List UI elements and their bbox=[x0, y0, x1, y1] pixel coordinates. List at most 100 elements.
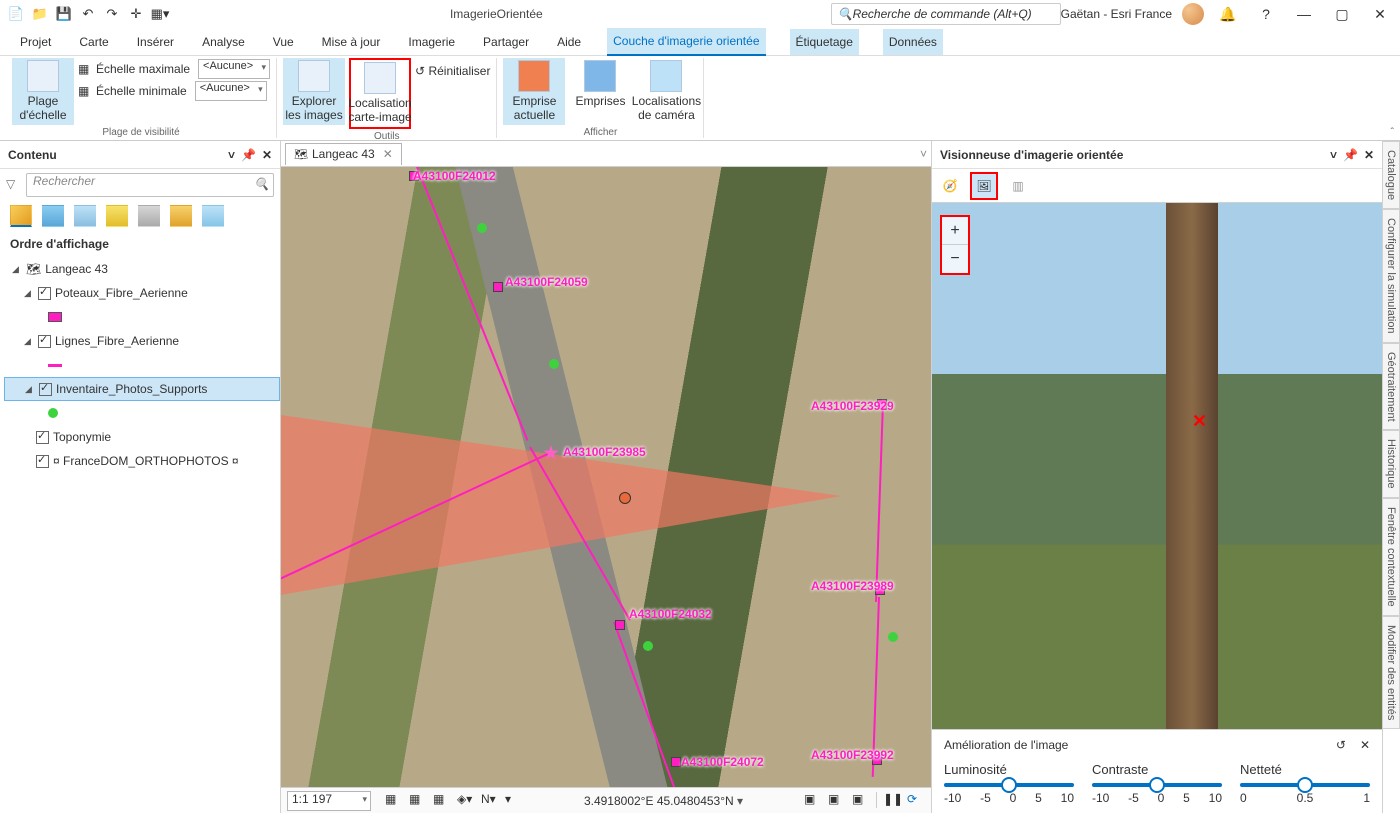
new-project-icon[interactable]: 📄 bbox=[6, 4, 26, 24]
gallery-icon[interactable]: ▥ bbox=[1004, 172, 1032, 200]
scale-combo[interactable]: 1:1 197 bbox=[287, 791, 371, 811]
panel-close-icon[interactable]: ✕ bbox=[262, 148, 272, 162]
localisation-carte-image-button[interactable]: Localisation carte-image bbox=[349, 58, 411, 129]
misc-icon[interactable]: ▾ bbox=[505, 792, 523, 810]
oriented-image-view[interactable]: + − ✕ Amélioration de l'image ↺✕ Luminos… bbox=[932, 203, 1382, 813]
tab-analyse[interactable]: Analyse bbox=[200, 29, 247, 55]
explore-icon[interactable]: ✛ bbox=[126, 4, 146, 24]
reinit-button[interactable]: ↺ Réinitialiser bbox=[415, 64, 490, 78]
layer-toponymie[interactable]: Toponymie bbox=[4, 425, 280, 449]
layer-ortho[interactable]: ¤ FranceDOM_ORTHOPHOTOS ¤ bbox=[4, 449, 280, 473]
redo-icon[interactable]: ↷ bbox=[102, 4, 122, 24]
panel-pin-icon[interactable]: 📌 bbox=[241, 148, 256, 162]
refresh-icon[interactable]: ⟳ bbox=[907, 792, 925, 810]
select-icon[interactable]: ▣ bbox=[804, 792, 822, 810]
map-tab-menu-icon[interactable]: ˅ bbox=[920, 147, 927, 161]
avatar[interactable] bbox=[1182, 3, 1204, 25]
search-input[interactable]: Rechercher bbox=[26, 173, 274, 197]
side-tab-catalogue[interactable]: Catalogue bbox=[1383, 141, 1400, 209]
reset-enhance-icon[interactable]: ↺ bbox=[1336, 738, 1346, 752]
tab-aide[interactable]: Aide bbox=[555, 29, 583, 55]
checkbox[interactable] bbox=[39, 383, 52, 396]
list-by-editing-icon[interactable] bbox=[106, 205, 128, 227]
panel-pin-icon[interactable]: 📌 bbox=[1343, 148, 1358, 162]
side-tab-historique[interactable]: Historique bbox=[1383, 430, 1400, 498]
luminosite-slider[interactable]: Luminosité -10-50510 bbox=[944, 762, 1074, 805]
tab-projet[interactable]: Projet bbox=[18, 29, 53, 55]
map-view[interactable]: A43100F24012 A43100F24059 A43100F23985 A… bbox=[281, 167, 931, 787]
user-name[interactable]: Gaëtan - Esri France bbox=[1061, 7, 1172, 21]
tab-imagerie[interactable]: Imagerie bbox=[406, 29, 457, 55]
localisations-camera-button[interactable]: Localisations de caméra bbox=[635, 58, 697, 125]
plage-echelle-button[interactable]: Plage d'échelle bbox=[12, 58, 74, 125]
scale-range-icon bbox=[27, 60, 59, 92]
checkbox[interactable] bbox=[36, 455, 49, 468]
tab-inserer[interactable]: Insérer bbox=[135, 29, 176, 55]
sel3-icon[interactable]: ▣ bbox=[852, 792, 870, 810]
checkbox[interactable] bbox=[38, 335, 51, 348]
tab-donnees[interactable]: Données bbox=[883, 29, 943, 55]
layer-inventaire[interactable]: ◢Inventaire_Photos_Supports bbox=[4, 377, 280, 401]
close-tab-icon[interactable]: ✕ bbox=[383, 147, 393, 161]
collapse-ribbon-icon[interactable]: ˆ bbox=[1391, 127, 1394, 138]
zoom-in-button[interactable]: + bbox=[942, 217, 968, 245]
dyn-icon[interactable]: ◈▾ bbox=[457, 792, 475, 810]
tab-vue[interactable]: Vue bbox=[271, 29, 296, 55]
list-by-selection-icon[interactable] bbox=[74, 205, 96, 227]
zoom-out-button[interactable]: − bbox=[942, 245, 968, 273]
tab-carte[interactable]: Carte bbox=[77, 29, 110, 55]
list-by-labeling-icon[interactable] bbox=[170, 205, 192, 227]
list-by-perf-icon[interactable] bbox=[202, 205, 224, 227]
side-tab-modifier[interactable]: Modifier des entités bbox=[1383, 616, 1400, 729]
sel2-icon[interactable]: ▣ bbox=[828, 792, 846, 810]
emprises-button[interactable]: Emprises bbox=[569, 58, 631, 110]
grid-icon[interactable]: ▦ bbox=[409, 792, 427, 810]
group-afficher: Emprise actuelle Emprises Localisations … bbox=[497, 58, 704, 138]
panel-close-icon[interactable]: ✕ bbox=[1364, 148, 1374, 162]
footprints-icon bbox=[584, 60, 616, 92]
panel-menu-icon[interactable]: ˅ bbox=[228, 148, 235, 162]
filter-icon[interactable]: ▽ bbox=[6, 177, 22, 193]
map-node[interactable]: ◢🗺 Langeac 43 bbox=[4, 257, 280, 281]
add-icon[interactable]: ▦▾ bbox=[150, 4, 170, 24]
checkbox[interactable] bbox=[38, 287, 51, 300]
map-tab[interactable]: 🗺 Langeac 43✕ bbox=[285, 143, 402, 165]
tab-maj[interactable]: Mise à jour bbox=[320, 29, 383, 55]
tab-etiquetage[interactable]: Étiquetage bbox=[790, 29, 859, 55]
constraint-icon[interactable]: ▦ bbox=[433, 792, 451, 810]
layer-poteaux[interactable]: ◢Poteaux_Fibre_Aerienne bbox=[4, 281, 280, 305]
undo-icon[interactable]: ↶ bbox=[78, 4, 98, 24]
tab-couche-imagerie[interactable]: Couche d'imagerie orientée bbox=[607, 28, 765, 56]
side-tab-configurer[interactable]: Configurer la simulation bbox=[1383, 209, 1400, 343]
list-by-snapping-icon[interactable] bbox=[138, 205, 160, 227]
tab-partager[interactable]: Partager bbox=[481, 29, 531, 55]
side-tab-geotraitement[interactable]: Géotraitement bbox=[1383, 343, 1400, 431]
pause-icon[interactable]: ❚❚ bbox=[883, 792, 901, 810]
north-icon[interactable]: N▾ bbox=[481, 792, 499, 810]
contraste-slider[interactable]: Contraste -10-50510 bbox=[1092, 762, 1222, 805]
max-scale-combo[interactable]: <Aucune> bbox=[198, 59, 270, 79]
save-icon[interactable]: 💾 bbox=[54, 4, 74, 24]
min-scale-combo[interactable]: <Aucune> bbox=[195, 81, 267, 101]
image-tools-icon[interactable]: 🖼 bbox=[970, 172, 998, 200]
close-enhance-icon[interactable]: ✕ bbox=[1360, 738, 1370, 752]
side-tab-fenetre[interactable]: Fenêtre contextuelle bbox=[1383, 498, 1400, 616]
list-by-source-icon[interactable] bbox=[42, 205, 64, 227]
help-icon[interactable]: ? bbox=[1252, 3, 1280, 25]
panel-menu-icon[interactable]: ˅ bbox=[1330, 148, 1337, 162]
command-search[interactable]: 🔍 Recherche de commande (Alt+Q) bbox=[831, 3, 1061, 25]
list-by-drawing-icon[interactable] bbox=[10, 205, 32, 227]
notifications-icon[interactable]: 🔔 bbox=[1214, 3, 1242, 25]
open-icon[interactable]: 📁 bbox=[30, 4, 50, 24]
layer-lignes[interactable]: ◢Lignes_Fibre_Aerienne bbox=[4, 329, 280, 353]
nav-mode-icon[interactable]: 🧭 bbox=[936, 172, 964, 200]
nettete-slider[interactable]: Netteté 00.51 bbox=[1240, 762, 1370, 805]
snap-icon[interactable]: ▦ bbox=[385, 792, 403, 810]
maximize-button[interactable]: ▢ bbox=[1328, 3, 1356, 25]
close-button[interactable]: ✕ bbox=[1366, 3, 1394, 25]
feature-label: A43100F24072 bbox=[681, 755, 764, 769]
checkbox[interactable] bbox=[36, 431, 49, 444]
minimize-button[interactable]: — bbox=[1290, 3, 1318, 25]
emprise-actuelle-button[interactable]: Emprise actuelle bbox=[503, 58, 565, 125]
explorer-images-button[interactable]: Explorer les images bbox=[283, 58, 345, 125]
